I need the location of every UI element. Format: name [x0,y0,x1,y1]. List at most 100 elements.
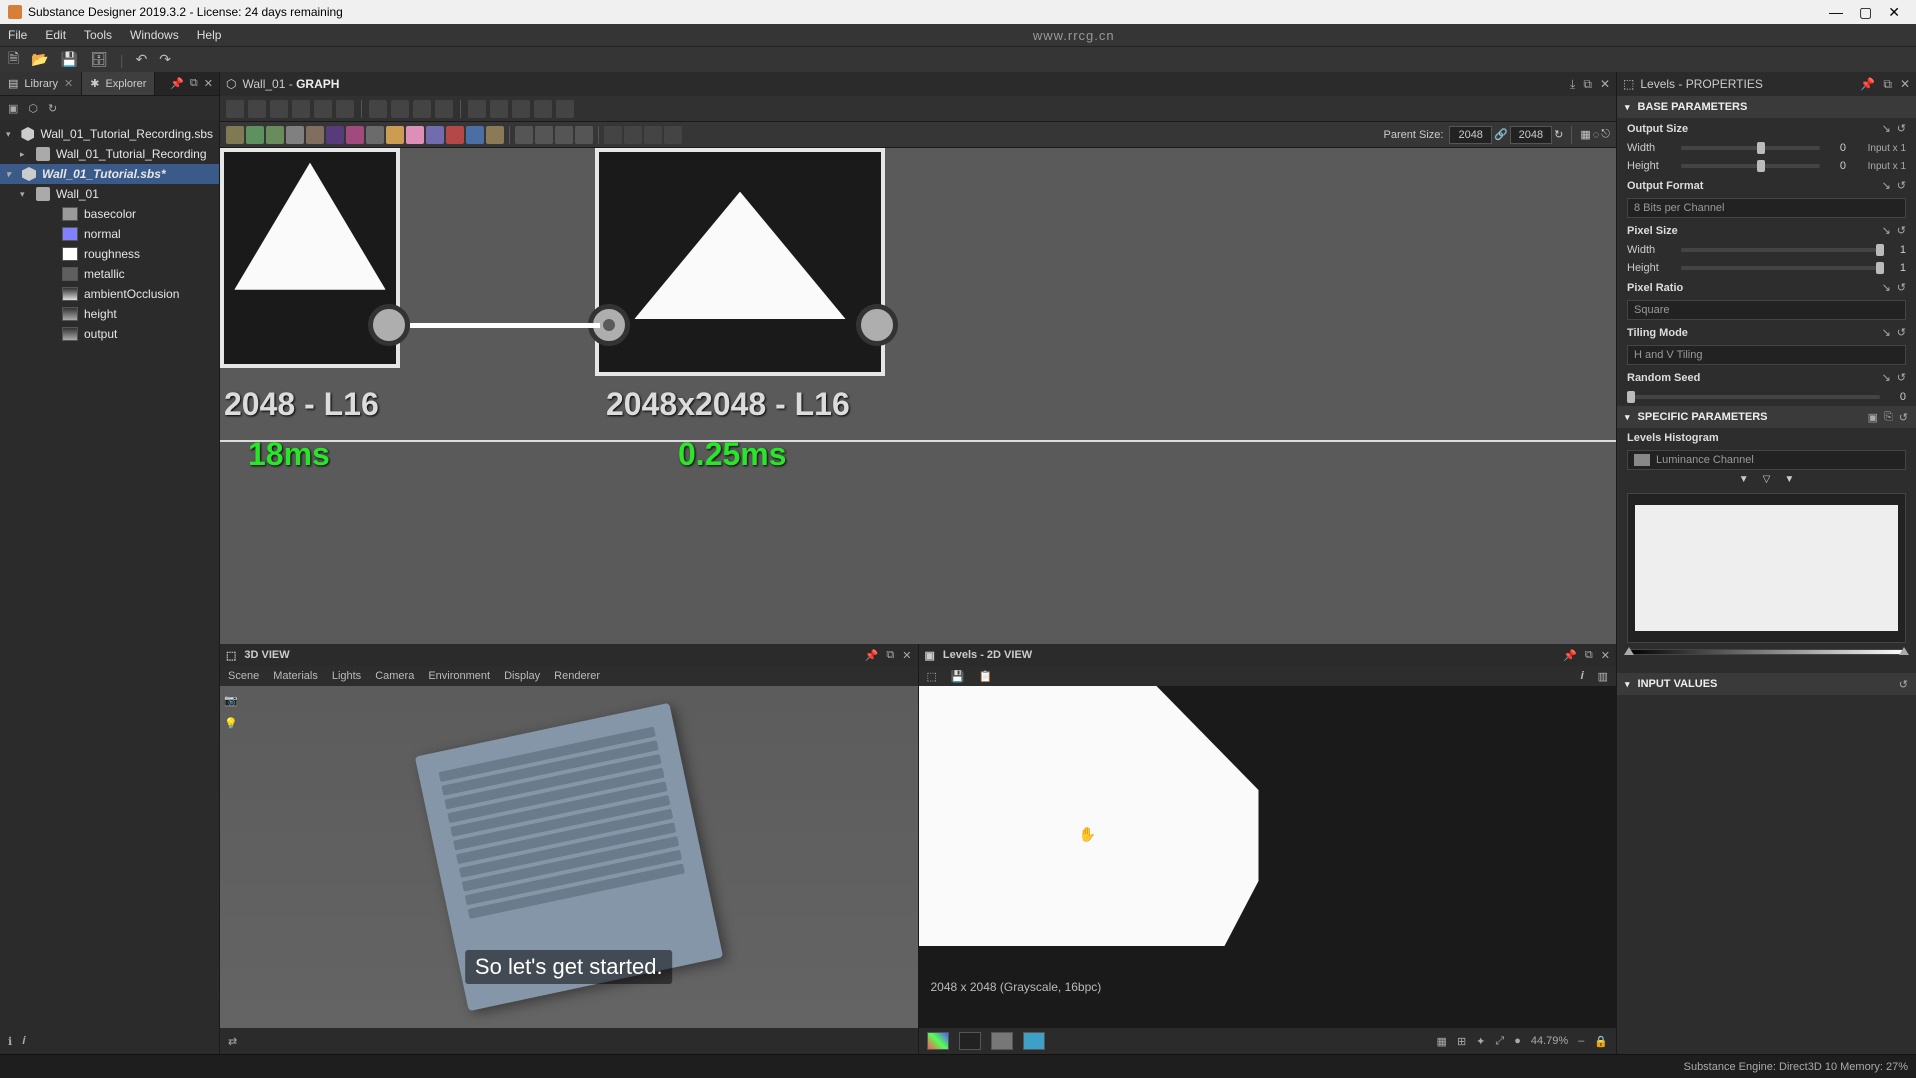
channel-b[interactable] [1023,1032,1045,1050]
section-base-params[interactable]: ▾BASE PARAMETERS [1617,96,1916,118]
dot-icon[interactable]: ● [1514,1035,1521,1047]
close-button[interactable]: ✕ [1888,4,1900,21]
package-icon[interactable]: ▣ [8,102,18,115]
inherit-icon[interactable]: ↘ [1882,326,1891,339]
tree-graph-recording[interactable]: ▸Wall_01_Tutorial_Recording [0,144,219,164]
node-btn-12[interactable] [446,126,464,144]
refresh-icon[interactable]: ↻ [48,102,57,115]
wand-icon[interactable] [490,100,508,118]
reset-icon[interactable]: ↺ [1897,224,1906,237]
popout-icon[interactable]: ⧉ [886,649,894,662]
save-icon[interactable]: 💾 [61,51,78,68]
shuffle-icon[interactable] [336,100,354,118]
histogram-output-range[interactable] [1627,649,1906,655]
display-btn-4[interactable] [575,126,593,144]
bulb-icon[interactable]: 💡 [224,717,238,730]
open-icon[interactable]: 📂 [31,51,48,68]
tree-output-metallic[interactable]: metallic [0,264,219,284]
actual-size-icon[interactable] [248,100,266,118]
node-btn-3[interactable] [266,126,284,144]
height-slider[interactable] [1681,164,1820,168]
output-format-select[interactable]: 8 Bits per Channel [1627,198,1906,218]
grid-icon[interactable]: ▦ [1437,1035,1447,1048]
menu-help[interactable]: Help [197,28,222,42]
node-btn-4[interactable] [286,126,304,144]
tree-output-ao[interactable]: ambientOcclusion [0,284,219,304]
pin-icon[interactable]: 📌 [1563,649,1577,662]
info-icon[interactable] [292,100,310,118]
menu-tools[interactable]: Tools [84,28,112,42]
zoom-out-icon[interactable]: – [1578,1035,1584,1047]
toggle-icon[interactable]: ⇄ [228,1035,237,1048]
undo-icon[interactable]: ↶ [136,51,148,68]
tree-package-tutorial[interactable]: ▾Wall_01_Tutorial.sbs* [0,164,219,184]
reset-all-icon[interactable]: ↺ [1899,411,1908,424]
marker-white[interactable]: ▼ [1784,474,1794,485]
tree-output-output[interactable]: output [0,324,219,344]
graph-node-right[interactable] [595,148,885,376]
display-btn-1[interactable] [515,126,533,144]
histogram-icon[interactable]: ▥ [1598,670,1608,683]
reset-icon[interactable]: ↺ [1899,678,1908,691]
node-btn-13[interactable] [466,126,484,144]
reset-icon[interactable]: ↺ [1897,371,1906,384]
node-btn-9[interactable] [386,126,404,144]
tree-output-roughness[interactable]: roughness [0,244,219,264]
camera-icon[interactable]: 📷 [224,694,238,707]
inherit-icon[interactable]: ↘ [1882,122,1891,135]
perf-icon-2[interactable]: ◌ [1593,129,1600,141]
perf-icon-1[interactable]: ▦ [1580,128,1590,141]
center-icon[interactable]: ✦ [1476,1035,1485,1048]
search-icon[interactable] [314,100,332,118]
close-graph-icon[interactable]: ✕ [1600,77,1610,92]
px-height-slider[interactable] [1681,266,1880,270]
save-all-icon[interactable]: 🗄 [90,51,108,68]
tab-explorer[interactable]: ✱ Explorer [82,72,155,95]
frame-icon[interactable] [534,100,552,118]
tile-icon[interactable]: ⊞ [1457,1035,1466,1048]
section-input-values[interactable]: ▾INPUT VALUES ↺ [1617,673,1916,695]
popout-icon[interactable]: ⧉ [1583,77,1592,92]
marker-mid[interactable]: ▽ [1763,474,1771,485]
px-width-slider[interactable] [1681,248,1880,252]
grid-icon[interactable] [413,100,431,118]
node-btn-2[interactable] [246,126,264,144]
section-specific-params[interactable]: ▾SPECIFIC PARAMETERS ▣⎘↺ [1617,406,1916,428]
inherit-icon[interactable]: ↘ [1882,371,1891,384]
marker-black[interactable]: ▼ [1739,474,1749,485]
menu-lights[interactable]: Lights [332,670,361,682]
node-output-port-2[interactable] [856,304,898,346]
reset-icon[interactable]: ↺ [1897,122,1906,135]
close-panel-icon[interactable]: ✕ [204,77,213,90]
align-v-icon[interactable] [391,100,409,118]
parent-size-height[interactable]: 2048 [1510,126,1552,144]
graph-canvas[interactable]: 2048 - L16 18ms 2048x2048 - L16 0.25ms [220,148,1616,644]
viewport-3d[interactable]: 📷 💡 So let's get started. [220,686,918,1028]
redo-icon[interactable]: ↷ [159,51,171,68]
copy-icon[interactable]: 📋 [979,670,993,683]
reset-icon[interactable]: ↺ [1897,326,1906,339]
popout-icon[interactable]: ⧉ [190,77,198,90]
graph-icon[interactable]: ⬡ [28,102,38,115]
node-output-port[interactable] [368,304,410,346]
node-btn-8[interactable] [366,126,384,144]
new-icon[interactable]: 🗎 [8,48,19,72]
info-icon[interactable]: ℹ [8,1035,12,1048]
export-icon[interactable]: ⬚ [927,670,937,683]
snapshot-icon[interactable] [270,100,288,118]
menu-materials[interactable]: Materials [273,670,318,682]
tree-graph-wall01[interactable]: ▾Wall_01 [0,184,219,204]
menu-camera[interactable]: Camera [375,670,414,682]
tree-output-basecolor[interactable]: basecolor [0,204,219,224]
close-icon[interactable]: ✕ [1900,77,1910,92]
inherit-icon[interactable]: ↘ [1882,281,1891,294]
width-slider[interactable] [1681,146,1820,150]
tree-output-height[interactable]: height [0,304,219,324]
menu-renderer[interactable]: Renderer [554,670,600,682]
link-style-1[interactable] [604,126,622,144]
channel-g[interactable] [991,1032,1013,1050]
pin-icon[interactable]: 📌 [1860,77,1875,92]
tree-output-normal[interactable]: normal [0,224,219,244]
pin-icon[interactable]: 📌 [865,649,879,662]
menu-edit[interactable]: Edit [45,28,66,42]
